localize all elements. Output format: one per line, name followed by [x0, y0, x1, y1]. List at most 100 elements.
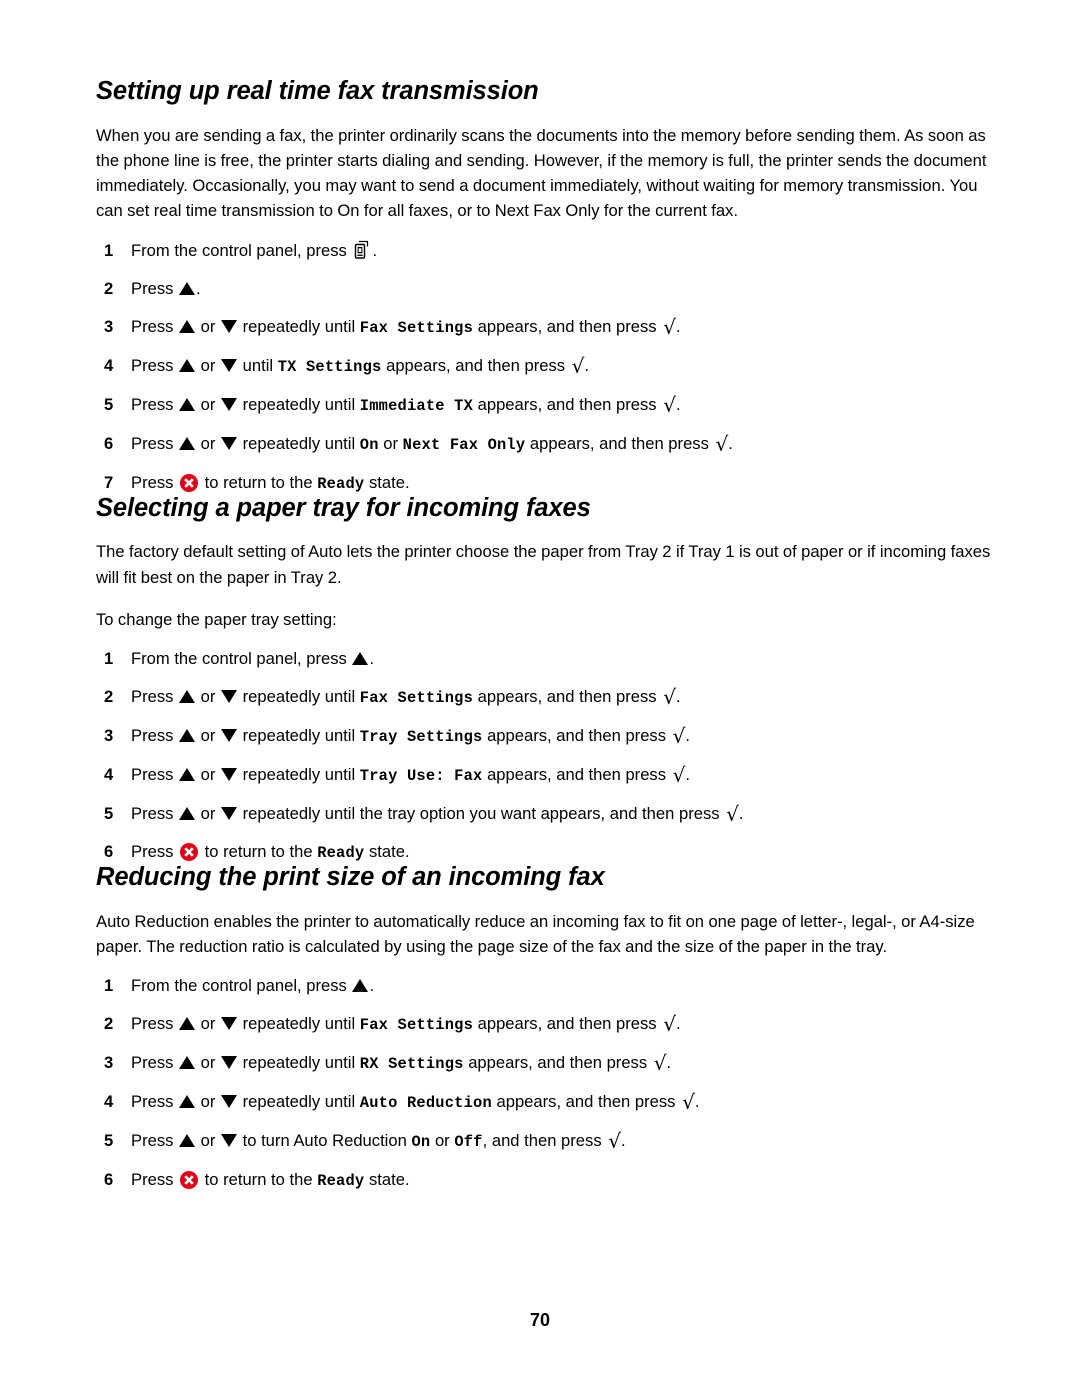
step-item: 3 Press or repeatedly until Fax Settings …	[96, 316, 1000, 339]
triangle-up-icon	[179, 436, 196, 450]
section-1-steps: 1 From the control panel, press . 2 Press .…	[96, 240, 1000, 495]
step-text: Press or repeatedly until On or Next Fax…	[131, 431, 733, 456]
check-icon: √	[672, 762, 686, 787]
step-item: 6 Press to return to the Ready state.	[96, 841, 1000, 864]
step-number: 1	[104, 976, 114, 996]
triangle-up-icon	[179, 728, 196, 742]
triangle-up-icon	[179, 767, 196, 781]
triangle-down-icon	[221, 436, 238, 450]
triangle-up-icon	[179, 397, 196, 411]
step-number: 7	[104, 472, 114, 492]
section-2-paragraph-1: The factory default setting of Auto lets…	[96, 542, 991, 587]
step-number: 1	[104, 240, 114, 260]
section-heading-3: Reducing the print size of an incoming f…	[96, 862, 605, 891]
menu-item-text: Tray Use: Fax	[359, 766, 483, 785]
step-item: 6 Press to return to the Ready state.	[96, 1169, 1000, 1192]
triangle-up-icon	[352, 651, 369, 665]
triangle-down-icon	[221, 358, 238, 372]
step-text: Press or repeatedly until Fax Settings a…	[131, 1012, 681, 1037]
step-item: 5 Press or to turn Auto Reduction On or O…	[96, 1130, 1000, 1153]
triangle-up-icon	[179, 1134, 196, 1148]
step-number: 4	[104, 1092, 114, 1112]
step-text: From the control panel, press .	[131, 976, 375, 996]
step-text: Press to return to the Ready state.	[131, 841, 410, 862]
document-page: Setting up real time fax transmission Wh…	[0, 0, 1080, 1397]
menu-item-text: Ready	[317, 1172, 365, 1191]
step-number: 5	[104, 803, 114, 823]
step-number: 4	[104, 764, 114, 784]
menu-item-text: On	[359, 435, 379, 454]
step-item: 6 Press or repeatedly until On or Next Fa…	[96, 433, 1000, 456]
section-heading-1: Setting up real time fax transmission	[96, 77, 539, 105]
step-item: 5 Press or repeatedly until the tray opti…	[96, 803, 1000, 825]
step-text: Press or repeatedly until RX Settings ap…	[131, 1051, 672, 1076]
check-icon: √	[663, 684, 676, 709]
step-text: Press .	[131, 278, 201, 298]
triangle-down-icon	[221, 397, 238, 411]
menu-item-text: Off	[454, 1133, 483, 1152]
page-number: 70	[529, 1310, 551, 1330]
menu-item-text: Auto Reduction	[359, 1094, 492, 1113]
step-item: 4 Press or until TX Settings appears, and…	[96, 355, 1000, 378]
step-item: 3 Press or repeatedly until Tray Settings…	[96, 725, 1000, 748]
triangle-up-icon	[179, 1056, 196, 1070]
step-number: 2	[104, 278, 114, 298]
check-icon: √	[663, 392, 676, 417]
section-3-steps: 1 From the control panel, press . 2 Press o…	[96, 975, 1000, 1192]
step-number: 4	[104, 355, 114, 375]
cancel-x-icon	[180, 473, 199, 492]
step-text: Press or repeatedly until Auto Reduction…	[131, 1090, 700, 1115]
step-text: From the control panel, press .	[131, 648, 375, 668]
step-number: 2	[104, 686, 114, 706]
step-number: 1	[104, 648, 114, 668]
step-text: Press or repeatedly until Tray Use: Fax …	[131, 762, 691, 787]
triangle-down-icon	[221, 1056, 238, 1070]
menu-item-text: RX Settings	[359, 1055, 464, 1074]
check-icon: √	[663, 1012, 676, 1037]
triangle-up-icon	[179, 1017, 196, 1031]
step-text: Press to return to the Ready state.	[131, 1170, 410, 1191]
check-icon: √	[663, 314, 676, 339]
section-heading-2: Selecting a paper tray for incoming faxe…	[96, 493, 591, 522]
menu-item-text: On	[411, 1133, 431, 1152]
check-icon: √	[672, 723, 686, 748]
step-item: 1 From the control panel, press .	[96, 975, 1000, 997]
triangle-up-icon	[179, 806, 196, 820]
check-icon: √	[726, 801, 739, 826]
triangle-up-icon	[179, 319, 196, 333]
step-text: Press or repeatedly until the tray optio…	[131, 801, 744, 826]
menu-item-text: Immediate TX	[359, 396, 474, 415]
step-number: 6	[104, 433, 114, 453]
step-number: 3	[104, 1053, 114, 1073]
step-item: 7 Press to return to the Ready state.	[96, 472, 1000, 495]
menu-item-text: Next Fax Only	[402, 435, 526, 454]
triangle-up-icon	[179, 358, 196, 372]
triangle-down-icon	[221, 1017, 238, 1031]
triangle-up-icon	[179, 1095, 196, 1109]
check-icon: √	[571, 353, 585, 378]
step-number: 3	[104, 316, 114, 336]
triangle-down-icon	[221, 728, 238, 742]
cancel-x-icon	[180, 842, 199, 861]
section-1-paragraph-1: When you are sending a fax, the printer …	[96, 125, 987, 221]
step-item: 3 Press or repeatedly until RX Settings a…	[96, 1052, 1000, 1075]
triangle-down-icon	[221, 1134, 238, 1148]
section-3-paragraph-1: Auto Reduction enables the printer to au…	[96, 911, 975, 956]
fax-machine-icon	[352, 240, 371, 260]
triangle-up-icon	[179, 689, 196, 703]
step-item: 4 Press or repeatedly until Auto Reductio…	[96, 1091, 1000, 1114]
menu-item-text: Ready	[317, 843, 365, 862]
section-2-paragraph-2: To change the paper tray setting:	[96, 609, 337, 629]
check-icon: √	[682, 1090, 695, 1115]
menu-item-text: Ready	[317, 474, 365, 493]
step-number: 5	[104, 1131, 114, 1151]
step-number: 3	[104, 725, 114, 745]
step-number: 6	[104, 841, 114, 861]
step-number: 6	[104, 1170, 114, 1190]
menu-item-text: TX Settings	[277, 357, 382, 376]
triangle-down-icon	[221, 767, 238, 781]
triangle-up-icon	[179, 281, 196, 295]
cancel-x-icon	[180, 1171, 199, 1190]
check-icon: √	[608, 1129, 621, 1154]
check-icon: √	[653, 1051, 667, 1076]
